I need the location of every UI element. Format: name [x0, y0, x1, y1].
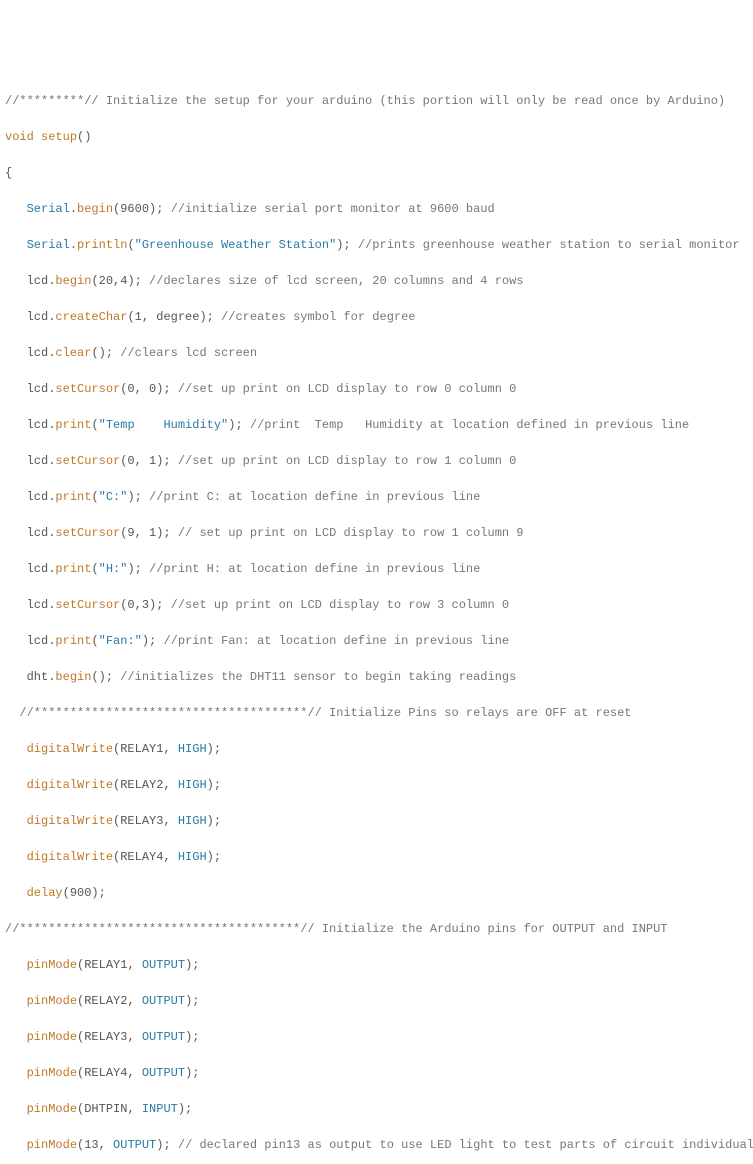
- function: digitalWrite: [27, 814, 113, 828]
- code-line: delay(900);: [5, 884, 748, 902]
- code-line: pinMode(DHTPIN, INPUT);: [5, 1100, 748, 1118]
- code-line: digitalWrite(RELAY2, HIGH);: [5, 776, 748, 794]
- method: createChar: [55, 310, 127, 324]
- code-line: pinMode(RELAY2, OUTPUT);: [5, 992, 748, 1010]
- comment: //print Fan: at location define in previ…: [163, 634, 509, 648]
- string: "C:": [99, 490, 128, 504]
- string: "Fan:": [99, 634, 142, 648]
- code-line: pinMode(RELAY4, OUTPUT);: [5, 1064, 748, 1082]
- comment: //set up print on LCD display to row 1 c…: [178, 454, 516, 468]
- comment: //*********// Initialize the setup for y…: [5, 94, 725, 108]
- code-line: lcd.begin(20,4); //declares size of lcd …: [5, 272, 748, 290]
- method: clear: [55, 346, 91, 360]
- code-line: lcd.setCursor(0,3); //set up print on LC…: [5, 596, 748, 614]
- constant: INPUT: [142, 1102, 178, 1116]
- comment: //print H: at location define in previou…: [149, 562, 480, 576]
- code-line: Serial.println("Greenhouse Weather Stati…: [5, 236, 748, 254]
- comment: //set up print on LCD display to row 0 c…: [178, 382, 516, 396]
- method: print: [55, 634, 91, 648]
- punct: (): [77, 130, 91, 144]
- function: pinMode: [27, 1102, 77, 1116]
- comment: //prints greenhouse weather station to s…: [358, 238, 740, 252]
- method: setCursor: [55, 454, 120, 468]
- constant: OUTPUT: [113, 1138, 156, 1152]
- code-line: digitalWrite(RELAY4, HIGH);: [5, 848, 748, 866]
- code-line: lcd.setCursor(0, 0); //set up print on L…: [5, 380, 748, 398]
- code-block: //*********// Initialize the setup for y…: [5, 74, 748, 1164]
- comment: //initializes the DHT11 sensor to begin …: [120, 670, 516, 684]
- object: Serial: [5, 202, 70, 216]
- constant: HIGH: [178, 814, 207, 828]
- method: println: [77, 238, 127, 252]
- code-line: dht.begin(); //initializes the DHT11 sen…: [5, 668, 748, 686]
- code-line: lcd.createChar(1, degree); //creates sym…: [5, 308, 748, 326]
- code-line: lcd.print("Temp Humidity"); //print Temp…: [5, 416, 748, 434]
- comment: //clears lcd screen: [120, 346, 257, 360]
- code-line: digitalWrite(RELAY1, HIGH);: [5, 740, 748, 758]
- method: begin: [55, 274, 91, 288]
- method: setCursor: [55, 598, 120, 612]
- comment: //print C: at location define in previou…: [149, 490, 480, 504]
- function: pinMode: [27, 994, 77, 1008]
- code-line: lcd.print("H:"); //print H: at location …: [5, 560, 748, 578]
- function: pinMode: [27, 1066, 77, 1080]
- function: digitalWrite: [27, 850, 113, 864]
- function-name: setup: [34, 130, 77, 144]
- constant: HIGH: [178, 850, 207, 864]
- code-line: lcd.clear(); //clears lcd screen: [5, 344, 748, 362]
- code-line: lcd.setCursor(0, 1); //set up print on L…: [5, 452, 748, 470]
- function: pinMode: [27, 1138, 77, 1152]
- object: Serial: [5, 238, 70, 252]
- function: delay: [27, 886, 63, 900]
- string: "H:": [99, 562, 128, 576]
- constant: OUTPUT: [142, 1030, 185, 1044]
- method: begin: [77, 202, 113, 216]
- method: setCursor: [55, 382, 120, 396]
- function: digitalWrite: [27, 778, 113, 792]
- constant: OUTPUT: [142, 1066, 185, 1080]
- method: begin: [55, 670, 91, 684]
- comment: // declared pin13 as output to use LED l…: [178, 1138, 753, 1152]
- method: setCursor: [55, 526, 120, 540]
- code-line: digitalWrite(RELAY3, HIGH);: [5, 812, 748, 830]
- code-line: void setup(): [5, 128, 748, 146]
- code-line: pinMode(RELAY3, OUTPUT);: [5, 1028, 748, 1046]
- constant: HIGH: [178, 778, 207, 792]
- method: print: [55, 418, 91, 432]
- constant: HIGH: [178, 742, 207, 756]
- string: "Greenhouse Weather Station": [135, 238, 337, 252]
- function: pinMode: [27, 958, 77, 972]
- method: print: [55, 490, 91, 504]
- comment: //creates symbol for degree: [221, 310, 415, 324]
- comment: //initialize serial port monitor at 9600…: [171, 202, 495, 216]
- code-line: pinMode(13, OUTPUT); // declared pin13 a…: [5, 1136, 748, 1154]
- comment: // set up print on LCD display to row 1 …: [178, 526, 524, 540]
- code-line: lcd.print("Fan:"); //print Fan: at locat…: [5, 632, 748, 650]
- code-line: lcd.setCursor(9, 1); // set up print on …: [5, 524, 748, 542]
- code-line: //*********// Initialize the setup for y…: [5, 92, 748, 110]
- code-line: lcd.print("C:"); //print C: at location …: [5, 488, 748, 506]
- constant: OUTPUT: [142, 958, 185, 972]
- code-line: Serial.begin(9600); //initialize serial …: [5, 200, 748, 218]
- code-line: //**************************************…: [5, 704, 748, 722]
- comment: //**************************************…: [5, 706, 632, 720]
- function: digitalWrite: [27, 742, 113, 756]
- brace: {: [5, 166, 12, 180]
- comment: //print Temp Humidity at location define…: [250, 418, 689, 432]
- comment: //set up print on LCD display to row 3 c…: [171, 598, 509, 612]
- comment: //**************************************…: [5, 922, 668, 936]
- method: print: [55, 562, 91, 576]
- code-line: pinMode(RELAY1, OUTPUT);: [5, 956, 748, 974]
- constant: OUTPUT: [142, 994, 185, 1008]
- code-line: //**************************************…: [5, 920, 748, 938]
- function: pinMode: [27, 1030, 77, 1044]
- code-line: {: [5, 164, 748, 182]
- comment: //declares size of lcd screen, 20 column…: [149, 274, 523, 288]
- keyword: void: [5, 130, 34, 144]
- string: "Temp Humidity": [99, 418, 229, 432]
